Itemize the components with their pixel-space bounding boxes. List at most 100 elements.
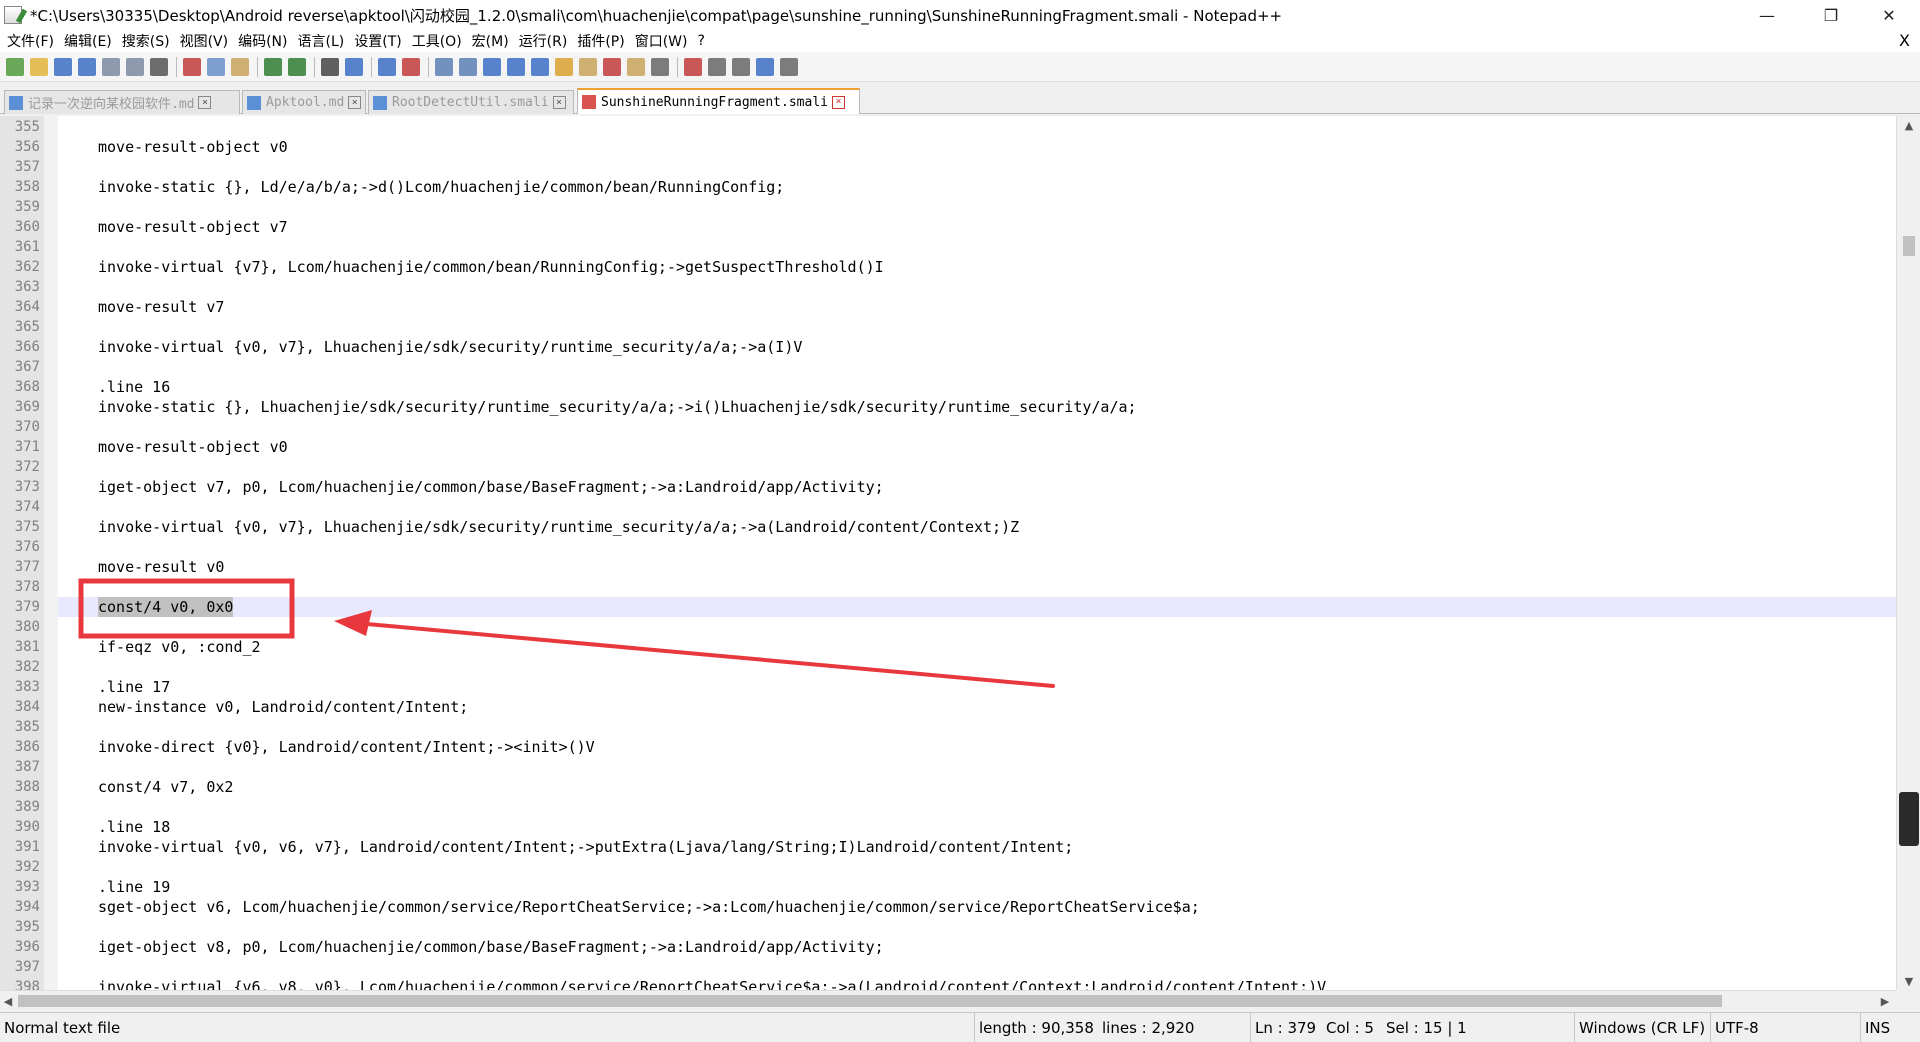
open-file-icon[interactable] — [30, 57, 48, 76]
code-line: 393 .line 19 — [0, 877, 1896, 897]
undo-icon[interactable] — [264, 57, 282, 76]
tab-1[interactable]: Apktool.md × — [242, 90, 366, 114]
tab-close-icon[interactable]: × — [198, 96, 212, 109]
indent-guide-icon[interactable] — [531, 57, 549, 76]
cut-icon[interactable] — [183, 57, 201, 76]
vertical-scroll-thumb[interactable] — [1903, 236, 1915, 256]
code-line: 377 move-result v0 — [0, 557, 1896, 577]
scroll-up-icon[interactable]: ▲ — [1897, 116, 1920, 134]
replace-icon[interactable] — [345, 57, 363, 76]
folder-workspace-icon[interactable] — [627, 57, 645, 76]
code-text: iget-object v8, p0, Lcom/huachenjie/comm… — [98, 938, 884, 956]
line-number: 392 — [14, 859, 40, 875]
scroll-left-icon[interactable]: ◀ — [0, 992, 16, 1010]
menu-macro[interactable]: 宏(M) — [467, 31, 514, 51]
file-icon — [373, 95, 387, 110]
menu-view[interactable]: 视图(V) — [175, 31, 234, 51]
tab-3[interactable]: SunshineRunningFragment.smali × — [577, 88, 860, 114]
code-line: 382 — [0, 657, 1896, 677]
menu-language[interactable]: 语言(L) — [293, 31, 350, 51]
close-all-icon[interactable] — [126, 57, 144, 76]
find-icon[interactable] — [321, 57, 339, 76]
menu-tools[interactable]: 工具(O) — [407, 31, 467, 51]
tab-close-icon[interactable]: × — [552, 96, 566, 109]
play-macro-icon[interactable] — [732, 57, 750, 76]
code-line: 391 invoke-virtual {v0, v6, v7}, Landroid… — [0, 837, 1896, 857]
run-macro-multiple-icon[interactable] — [756, 57, 774, 76]
new-file-icon[interactable] — [6, 57, 24, 76]
minimize-button[interactable]: — — [1744, 0, 1790, 30]
status-ln: Ln : 379 — [1250, 1013, 1316, 1042]
code-text: new-instance v0, Landroid/content/Intent… — [98, 698, 469, 716]
save-macro-icon[interactable] — [780, 57, 798, 76]
tab-close-icon[interactable]: × — [348, 96, 362, 109]
code-text: iget-object v7, p0, Lcom/huachenjie/comm… — [98, 478, 884, 496]
save-all-icon[interactable] — [78, 57, 96, 76]
sync-vertical-icon[interactable] — [435, 57, 453, 76]
show-all-chars-icon[interactable] — [507, 57, 525, 76]
line-number: 368 — [14, 379, 40, 395]
function-list-icon[interactable] — [603, 57, 621, 76]
code-line: 390 .line 18 — [0, 817, 1896, 837]
zoom-out-icon[interactable] — [402, 57, 420, 76]
menu-search[interactable]: 搜索(S) — [117, 31, 175, 51]
menu-plugins[interactable]: 插件(P) — [572, 31, 629, 51]
line-number: 356 — [14, 139, 40, 155]
line-number: 363 — [14, 279, 40, 295]
horizontal-scroll-thumb[interactable] — [18, 995, 1722, 1007]
status-insert-mode[interactable]: INS — [1860, 1013, 1890, 1042]
code-line: 367 — [0, 357, 1896, 377]
line-number: 360 — [14, 219, 40, 235]
menu-window[interactable]: 窗口(W) — [630, 31, 693, 51]
close-file-icon[interactable] — [102, 57, 120, 76]
copy-icon[interactable] — [207, 57, 225, 76]
menu-encoding[interactable]: 编码(N) — [233, 31, 292, 51]
redo-icon[interactable] — [288, 57, 306, 76]
close-window-button[interactable]: ✕ — [1866, 0, 1912, 30]
udl-icon[interactable] — [555, 57, 573, 76]
code-line: 374 — [0, 497, 1896, 517]
notepad-plus-plus-window: *C:\Users\30335\Desktop\Android reverse\… — [0, 0, 1920, 1042]
sync-horizontal-icon[interactable] — [459, 57, 477, 76]
scroll-down-icon[interactable]: ▼ — [1897, 972, 1920, 990]
print-icon[interactable] — [150, 57, 168, 76]
code-line: 378 — [0, 577, 1896, 597]
menu-help[interactable]: ? — [693, 33, 710, 49]
maximize-button[interactable]: ❐ — [1808, 0, 1854, 30]
code-text: sget-object v6, Lcom/huachenjie/common/s… — [98, 898, 1200, 916]
menu-run[interactable]: 运行(R) — [514, 31, 573, 51]
code-line: 371 move-result-object v0 — [0, 437, 1896, 457]
doc-map-icon[interactable] — [579, 57, 597, 76]
menu-file[interactable]: 文件(F) — [0, 31, 59, 51]
scroll-right-icon[interactable]: ▶ — [1876, 992, 1894, 1010]
code-text: .line 19 — [98, 878, 171, 896]
close-document-button[interactable]: X — [1899, 30, 1910, 52]
code-text: const/4 v7, 0x2 — [98, 778, 234, 796]
tab-2[interactable]: RootDetectUtil.smali × — [368, 90, 574, 114]
zoom-in-icon[interactable] — [378, 57, 396, 76]
code-text: invoke-virtual {v0, v7}, Lhuachenjie/sdk… — [98, 518, 1020, 536]
line-number: 377 — [14, 559, 40, 575]
file-icon — [582, 95, 596, 109]
tab-0[interactable]: 记录一次逆向某校园软件.md × — [4, 90, 240, 114]
menu-edit[interactable]: 编辑(E) — [59, 31, 117, 51]
menu-settings[interactable]: 设置(T) — [349, 31, 406, 51]
toolbar-separator — [314, 56, 315, 77]
status-encoding[interactable]: UTF-8 — [1710, 1013, 1759, 1042]
paste-icon[interactable] — [231, 57, 249, 76]
code-editor[interactable]: 355 356 move-result-object v0 357 358 invoke-… — [0, 116, 1896, 990]
code-line: 384 new-instance v0, Landroid/content/Int… — [0, 697, 1896, 717]
vertical-scrollbar[interactable]: ▲ ▼ — [1896, 116, 1920, 990]
status-eol[interactable]: Windows (CR LF) — [1574, 1013, 1705, 1042]
tab-close-icon[interactable]: × — [831, 95, 845, 109]
code-line: 363 — [0, 277, 1896, 297]
monitoring-icon[interactable] — [651, 57, 669, 76]
record-macro-icon[interactable] — [684, 57, 702, 76]
line-number: 387 — [14, 759, 40, 775]
stop-macro-icon[interactable] — [708, 57, 726, 76]
line-number: 378 — [14, 579, 40, 595]
code-line: 388 const/4 v7, 0x2 — [0, 777, 1896, 797]
word-wrap-icon[interactable] — [483, 57, 501, 76]
horizontal-scrollbar[interactable]: ◀ ▶ — [0, 990, 1896, 1010]
save-icon[interactable] — [54, 57, 72, 76]
